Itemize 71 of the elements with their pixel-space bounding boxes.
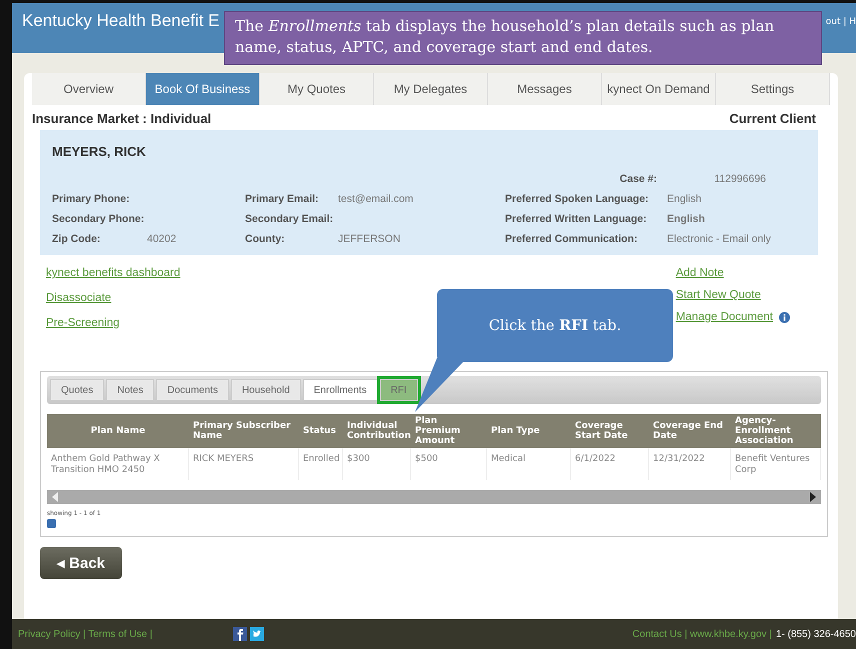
footer-links[interactable]: Privacy Policy | Terms of Use |	[18, 628, 152, 640]
text-link[interactable]: kynect benefits dashboard	[46, 267, 180, 279]
field-label: Primary Email:	[245, 193, 320, 205]
site-title: Kentucky Health Benefit E	[22, 11, 220, 31]
field-label: Secondary Email:	[245, 213, 334, 225]
table-cell: 6/1/2022	[571, 448, 649, 480]
field-label: Preferred Communication:	[505, 233, 638, 245]
nav-tab[interactable]: My Delegates	[374, 73, 488, 105]
facebook-icon[interactable]	[232, 627, 246, 641]
column-header: Agency-Enrollment Association	[731, 414, 821, 448]
field-value: English	[667, 213, 706, 225]
column-header: Primary Subscriber Name	[189, 414, 299, 448]
text-link[interactable]: Start New Quote	[676, 289, 790, 301]
footer-phone: 1- (855) 326-4650	[776, 628, 856, 640]
field-label: Primary Phone:	[52, 193, 131, 205]
column-header: Plan Name	[47, 414, 189, 448]
scrollbar[interactable]	[47, 490, 821, 504]
scroll-right-icon[interactable]	[809, 492, 817, 502]
client-name: MEYERS, RICK	[52, 144, 147, 159]
sub-tab[interactable]: RFI	[380, 379, 418, 401]
back-button[interactable]: ◂ Back	[40, 547, 122, 579]
field-value: test@email.com	[338, 193, 414, 205]
field-label: County:	[245, 233, 286, 245]
table-cell: $500	[411, 448, 487, 480]
table-cell: Medical	[487, 448, 571, 480]
column-header: Individual Contribution	[343, 414, 411, 448]
step-callout: Click the RFI tab.	[437, 289, 673, 362]
nav-tab[interactable]: kynect On Demand	[602, 73, 716, 105]
nav-tab[interactable]: Book Of Business	[146, 73, 260, 105]
help-icon[interactable]	[47, 519, 56, 528]
sub-tab[interactable]: Quotes	[50, 379, 104, 401]
field-label: Zip Code:	[52, 233, 102, 245]
field-value: JEFFERSON	[338, 233, 402, 245]
column-header: Plan Type	[487, 414, 571, 448]
field-label: Case #:	[618, 173, 658, 185]
nav-tab[interactable]: Messages	[488, 73, 602, 105]
table-cell: RICK MEYERS	[189, 448, 299, 480]
field-value: Electronic - Email only	[667, 233, 772, 245]
field-value: 40202	[147, 233, 178, 245]
table-cell: Enrolled	[299, 448, 343, 480]
client-label: Current Client	[729, 111, 816, 126]
info-icon[interactable]	[779, 312, 790, 322]
field-label: Preferred Spoken Language:	[505, 193, 650, 205]
field-value: 112996696	[713, 173, 767, 185]
header-links[interactable]: out | H	[826, 11, 856, 27]
text-link[interactable]: Manage Document	[676, 311, 790, 323]
sub-tab[interactable]: Household	[230, 379, 301, 401]
column-header: Plan Premium Amount	[411, 414, 487, 448]
text-link[interactable]: Add Note	[676, 267, 790, 279]
table-cell: Anthem Gold Pathway X Transition HMO 2450	[47, 448, 189, 480]
field-value: English	[667, 193, 702, 205]
column-header: Status	[299, 414, 343, 448]
nav-tab[interactable]: Overview	[32, 73, 146, 105]
nav-tab[interactable]: Settings	[716, 73, 830, 105]
footer-links[interactable]: Contact Us | www.khbe.ky.gov |	[632, 628, 772, 640]
bird-icon[interactable]	[250, 627, 264, 641]
text-link[interactable]: Disassociate	[46, 292, 180, 304]
sub-tab[interactable]: Documents	[156, 379, 229, 401]
sub-tab[interactable]: Enrollments	[302, 379, 378, 401]
field-label: Secondary Phone:	[52, 213, 146, 225]
table-cell: 12/31/2022	[649, 448, 731, 480]
nav-tab[interactable]: My Quotes	[260, 73, 374, 105]
table-cell: Benefit Ventures Corp	[731, 448, 821, 480]
sub-tab[interactable]: Notes	[106, 379, 154, 401]
column-header: Coverage End Date	[649, 414, 731, 448]
text-link[interactable]: Pre-Screening	[46, 317, 180, 329]
market-label: Insurance Market : Individual	[32, 111, 212, 126]
column-header: Coverage Start Date	[571, 414, 649, 448]
field-label: Preferred Written Language:	[505, 213, 648, 225]
table-cell: $300	[343, 448, 411, 480]
tutorial-callout: The Enrollments tab displays the household’s plan details such as plan name, status, APTC, and coverage start and end dates.	[224, 11, 822, 65]
